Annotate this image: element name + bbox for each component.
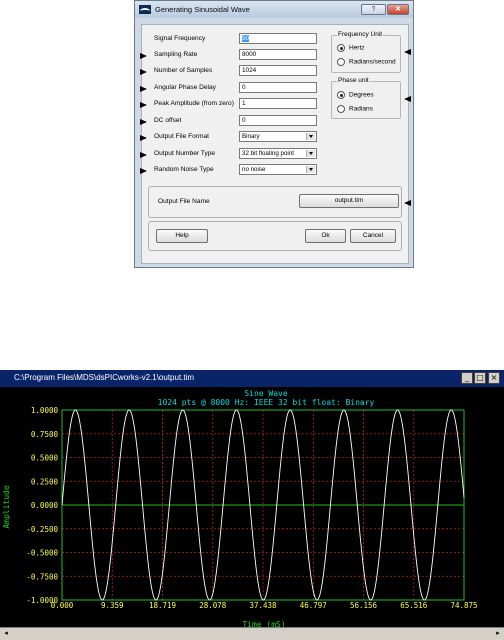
dialog-title: Generating Sinusoidal Wave [155,5,250,14]
y-tick-labels: 1.0000 0.7500 0.5000 0.2500 0.0000 -0.2500 -0.… [26,406,58,605]
frequency-unit-group: Frequency Unit Hertz Radians/second [331,31,401,73]
y-tick-label: 0.7500 [31,430,59,439]
x-tick-label: 0.000 [51,601,74,610]
x-tick-labels: 0.000 9.359 18.719 28.078 37.438 46.797 56.156… [51,601,478,610]
app-icon [139,5,151,14]
x-tick-label: 9.359 [101,601,124,610]
number-of-samples-arrow-icon [140,69,147,75]
minimize-button[interactable]: _ [461,372,473,384]
chart-subtitle: 1024 pts @ 8000 Hz: IEEE 32 bit float: B… [158,398,375,407]
output-file-arrow-icon [404,200,411,206]
x-tick-label: 56.156 [350,601,378,610]
label-peak-amplitude: Peak Amplitude (from zero) [154,100,234,107]
label-output-file-name: Output File Name [158,198,210,205]
chevron-down-icon[interactable] [306,150,315,157]
radio-radians-second[interactable]: Radians/second [337,58,396,66]
frequency-unit-arrow-icon [404,49,411,55]
frequency-unit-title: Frequency Unit [337,31,384,38]
plot-titlebar[interactable]: C:\Program Files\MDS\dsPICworks-v2.1\out… [0,370,504,387]
dc-offset-input[interactable]: 0 [239,115,317,126]
y-tick-label: 0.5000 [31,454,59,463]
peak-amplitude-input[interactable]: 1 [239,98,317,109]
y-tick-label: 0.0000 [31,501,59,510]
chevron-down-icon[interactable] [306,133,315,140]
random-noise-type-arrow-icon [140,168,147,174]
button-panel: Help Ok Cancel [148,221,402,251]
y-tick-label: -0.5000 [26,549,58,558]
output-number-type-arrow-icon [140,152,147,158]
cancel-button[interactable]: Cancel [350,229,396,243]
radio-selected-icon [337,44,345,52]
sampling-rate-arrow-icon [140,53,147,59]
y-tick-label: 0.2500 [31,477,59,486]
x-tick-label: 18.719 [149,601,176,610]
plot-area: 1.0000 0.7500 0.5000 0.2500 0.0000 -0.2500 -0.… [0,387,504,629]
radio-radians[interactable]: Radians [337,105,373,113]
help-title-button[interactable]: ? [361,4,386,15]
plot-window: C:\Program Files\MDS\dsPICworks-v2.1\out… [0,370,504,640]
y-tick-label: 1.0000 [31,406,59,415]
x-tick-label: 65.516 [400,601,428,610]
chart-title: Sine Wave [244,389,288,398]
y-tick-label: -0.2500 [26,525,58,534]
x-tick-label: 46.797 [300,601,327,610]
radio-hertz[interactable]: Hertz [337,44,365,52]
angular-phase-delay-input[interactable]: 0 [239,82,317,93]
output-file-format-select[interactable]: Binary [239,131,317,142]
plot-window-title: C:\Program Files\MDS\dsPICworks-v2.1\out… [14,373,195,382]
close-dialog-button[interactable]: ✕ [387,4,409,15]
label-dc-offset: DC offset [154,117,182,124]
label-output-file-format: Output File Format [154,133,209,140]
chevron-down-icon[interactable] [306,166,315,173]
y-axis-label: Amplitude [2,485,11,529]
x-tick-label: 37.438 [249,601,277,610]
scroll-left-icon[interactable]: ◂ [1,629,11,638]
radio-empty-icon [337,105,345,113]
horizontal-scrollbar[interactable]: ◂ ▸ [0,627,504,640]
sine-dialog: Generating Sinusoidal Wave ? ✕ Signal Fr… [134,0,414,268]
label-angular-phase-delay: Angular Phase Delay [154,84,216,91]
radio-degrees[interactable]: Degrees [337,91,374,99]
output-file-button[interactable]: output.tim [299,194,399,208]
close-window-button[interactable]: × [488,372,500,384]
ok-button[interactable]: Ok [305,229,346,243]
x-tick-label: 74.875 [450,601,477,610]
radio-empty-icon [337,58,345,66]
peak-amplitude-arrow-icon [140,102,147,108]
label-number-of-samples: Number of Samples [154,67,213,74]
dialog-titlebar[interactable]: Generating Sinusoidal Wave ? ✕ [135,1,413,18]
phase-unit-title: Phase unit [337,77,370,84]
label-output-number-type: Output Number Type [154,150,216,157]
output-number-type-select[interactable]: 32 bit floating point [239,148,317,159]
sampling-rate-input[interactable]: 8000 [239,49,317,60]
label-signal-frequency: Signal Frequency [154,35,206,42]
label-sampling-rate: Sampling Rate [154,51,198,58]
output-file-format-arrow-icon [140,135,147,141]
dc-offset-arrow-icon [140,119,147,125]
maximize-button[interactable]: □ [474,372,486,384]
x-tick-label: 28.078 [199,601,227,610]
signal-frequency-input[interactable]: 50 [239,33,317,44]
scroll-right-icon[interactable]: ▸ [493,629,503,638]
label-random-noise-type: Random Noise Type [154,166,214,173]
dialog-body: Signal Frequency 50 Sampling Rate 8000 N… [140,24,411,264]
radio-selected-icon [337,91,345,99]
help-button[interactable]: Help [156,229,208,243]
phase-delay-arrow-icon [140,86,147,92]
phase-unit-arrow-icon [404,96,411,102]
output-file-panel: Output File Name output.tim [148,186,402,218]
y-tick-label: -0.7500 [26,572,58,581]
sine-chart[interactable]: 1.0000 0.7500 0.5000 0.2500 0.0000 -0.2500 -0.… [0,387,504,629]
number-of-samples-input[interactable]: 1024 [239,65,317,76]
random-noise-type-select[interactable]: no noise [239,164,317,175]
phase-unit-group: Phase unit Degrees Radians [331,77,401,119]
